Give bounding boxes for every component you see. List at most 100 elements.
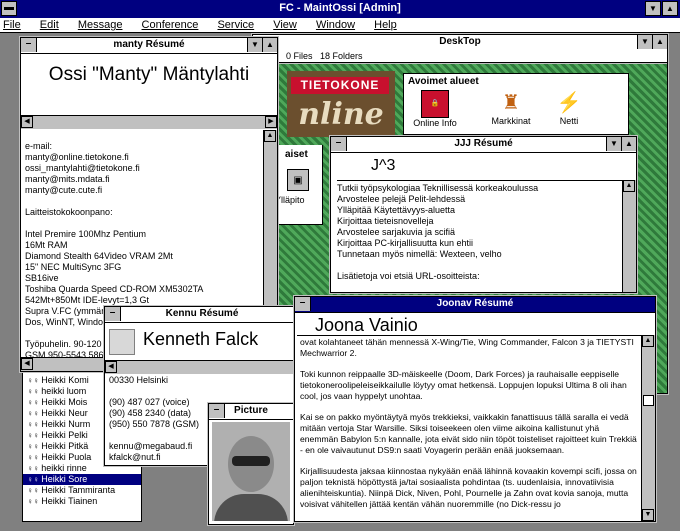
menu-file[interactable]: File bbox=[3, 19, 21, 31]
jjj-vscrollbar[interactable]: ▲ bbox=[622, 180, 636, 292]
jjj-resume-line: Kirjoittaa tieteisnovelleja bbox=[337, 216, 434, 226]
manty-resume-line: e-mail: bbox=[25, 141, 53, 151]
desktop-maximize-button[interactable]: ▲ bbox=[652, 35, 667, 49]
menu-view[interactable]: View bbox=[273, 19, 297, 31]
netti-shortcut[interactable]: ⚡ Netti bbox=[544, 90, 594, 134]
manty-scroll-up-button[interactable]: ▲ bbox=[264, 130, 276, 142]
manty-resume-line: manty@online.tietokone.fi bbox=[25, 152, 129, 162]
manty-system-menu-icon[interactable]: – bbox=[21, 38, 37, 52]
user-icon: ♀♀ bbox=[27, 431, 42, 440]
jjj-minimize-button[interactable]: ▼ bbox=[606, 137, 621, 151]
user-icon: ♀♀ bbox=[27, 420, 42, 429]
user-name: Heikki Sore bbox=[41, 474, 88, 484]
user-name: Heikki Pelki bbox=[41, 430, 88, 440]
jjj-scroll-up-button[interactable]: ▲ bbox=[623, 180, 635, 192]
manty-title: manty Résumé bbox=[113, 39, 185, 50]
app-maximize-button[interactable]: ▲ bbox=[662, 1, 678, 16]
manty-resume-line: Toshiba Quarda Speed CD-ROM XM5302TA bbox=[25, 284, 204, 294]
jjj-title: JJJ Résumé bbox=[454, 138, 513, 149]
netti-label: Netti bbox=[559, 116, 579, 126]
basket-icon: ♜ bbox=[502, 92, 520, 114]
desktop-minimize-button[interactable]: ▼ bbox=[637, 35, 652, 49]
avoimet-title: Avoimet alueet bbox=[408, 76, 479, 87]
jjj-resume-line: Kirjoittaa PC-kirjallisuutta kun ehtii bbox=[337, 238, 474, 248]
user-icon: ♀♀ bbox=[27, 464, 42, 473]
app-minimize-button[interactable]: ▼ bbox=[645, 1, 661, 16]
manty-resume-line: Laitteistokokoonpano: bbox=[25, 207, 113, 217]
markkinat-shortcut[interactable]: ♜ Markkinat bbox=[486, 90, 536, 134]
jjj-resume-line: Arvostelee sarjakuvia ja scifiä bbox=[337, 227, 456, 237]
manty-scroll-left-button[interactable]: ◀ bbox=[21, 116, 33, 128]
jjj-system-menu-icon[interactable]: – bbox=[331, 137, 347, 151]
menu-window[interactable]: Window bbox=[316, 19, 355, 31]
jjj-resume-window: JJJ Résumé – ▼ ▲ J^3 Tutkii työpsykologi… bbox=[329, 135, 638, 294]
user-icon: ♀♀ bbox=[27, 409, 42, 418]
app-titlebar: ▬ FC - MaintOssi [Admin] ▼ ▲ bbox=[0, 0, 680, 18]
joonav-title: Joonav Résumé bbox=[436, 298, 514, 309]
manty-resume-line: Diamond Stealth 64Video VRAM 2Mt bbox=[25, 251, 173, 261]
user-list-item[interactable]: ♀♀ Heikki Sore bbox=[23, 474, 141, 485]
menu-conference[interactable]: Conference bbox=[142, 19, 199, 31]
online-info-shortcut[interactable]: 🔒 Online Info bbox=[410, 90, 460, 134]
menu-service[interactable]: Service bbox=[217, 19, 254, 31]
jjj-maximize-button[interactable]: ▲ bbox=[621, 137, 636, 151]
menu-bar: File Edit Message Conference Service Vie… bbox=[0, 18, 680, 33]
picture-system-menu-icon[interactable]: – bbox=[209, 404, 225, 418]
jjj-resume-line: Lisätietoja voi etsiä URL-osoitteista: bbox=[337, 271, 480, 281]
manty-titlebar: manty Résumé bbox=[21, 38, 277, 54]
manty-minimize-button[interactable]: ▼ bbox=[247, 38, 262, 52]
jjj-titlebar: JJJ Résumé bbox=[331, 137, 636, 153]
jjj-resume-line: Arvostelee pelejä Pelit-lehdessä bbox=[337, 194, 466, 204]
kennu-avatar bbox=[109, 329, 135, 355]
yllapito-icon[interactable]: ▣ bbox=[287, 169, 309, 191]
user-name: heikki luom bbox=[41, 386, 87, 396]
user-name: Heikki Tiainen bbox=[41, 496, 98, 506]
manty-header-hscrollbar[interactable]: ◀ ▶ bbox=[21, 115, 277, 129]
joonav-paragraph: ovat kolahtaneet tähän mennessä X-Wing/T… bbox=[300, 337, 634, 358]
joonav-body: ovat kolahtaneet tähän mennessä X-Wing/T… bbox=[297, 335, 641, 519]
joonav-scroll-down-button[interactable]: ▼ bbox=[642, 509, 654, 521]
kennu-resume-line: 00330 Helsinki bbox=[109, 375, 169, 385]
joonav-scroll-thumb[interactable] bbox=[643, 395, 654, 406]
joonav-system-menu-icon[interactable]: – bbox=[295, 297, 311, 311]
kennu-system-menu-icon[interactable]: – bbox=[105, 307, 121, 321]
manty-resume-line: manty@cute.cute.fi bbox=[25, 185, 103, 195]
kennu-header-hscrollbar[interactable]: ◀ bbox=[105, 360, 299, 374]
kennu-scroll-left-button[interactable]: ◀ bbox=[105, 361, 117, 373]
user-name: Heikki Pitkä bbox=[41, 441, 89, 451]
app-title: FC - MaintOssi [Admin] bbox=[279, 2, 401, 14]
menu-message[interactable]: Message bbox=[78, 19, 123, 31]
manty-body-scroll-left-button[interactable]: ◀ bbox=[21, 358, 33, 370]
user-name: Heikki Komi bbox=[41, 375, 89, 385]
menu-edit[interactable]: Edit bbox=[40, 19, 59, 31]
joonav-vscrollbar[interactable]: ▲ ▼ bbox=[641, 335, 655, 521]
user-icon: ♀♀ bbox=[27, 387, 42, 396]
manty-resume-line: SB16ive bbox=[25, 273, 59, 283]
user-icon: ♀♀ bbox=[27, 376, 42, 385]
markkinat-label: Markkinat bbox=[491, 116, 531, 126]
user-name: Heikki Nurm bbox=[41, 419, 91, 429]
user-icon: ♀♀ bbox=[27, 453, 42, 462]
joonav-scroll-up-button[interactable]: ▲ bbox=[642, 335, 654, 347]
portrait-shoulders bbox=[214, 494, 288, 521]
user-list-item[interactable]: ♀♀ Heikki Tiainen bbox=[23, 496, 141, 507]
jjj-lines: Tutkii työpsykologiaa Teknillisessä kork… bbox=[337, 183, 622, 282]
yllapito-label[interactable]: Ylläpito bbox=[275, 195, 305, 205]
manty-resume-line bbox=[25, 218, 263, 229]
manty-maximize-button[interactable]: ▲ bbox=[262, 38, 277, 52]
tietokone-banner: TIETOKONE nline bbox=[287, 71, 395, 137]
kennu-title: Kennu Résumé bbox=[165, 308, 239, 319]
picture-window: Picture – bbox=[207, 402, 295, 526]
manty-scroll-right-button[interactable]: ▶ bbox=[265, 116, 277, 128]
menu-help[interactable]: Help bbox=[374, 19, 397, 31]
online-info-label: Online Info bbox=[413, 118, 457, 128]
manty-resume-line: Intel Premire 100Mhz Pentium bbox=[25, 229, 147, 239]
manty-resume-line: 542Mt+850Mt IDE-levyt=1,3 Gt bbox=[25, 295, 150, 305]
manty-resume-line: 16Mt RAM bbox=[25, 240, 68, 250]
joonav-resume-window: Joonav Résumé – Joona Vainio ovat kolaht… bbox=[293, 295, 657, 523]
user-list-item[interactable]: ♀♀ Heikki Tammiranta bbox=[23, 485, 141, 496]
user-icon: ♀♀ bbox=[27, 497, 42, 506]
online-script: nline bbox=[298, 97, 384, 132]
desktop-stats: 0 Files 18 Folders bbox=[286, 51, 363, 61]
manty-resume-line bbox=[25, 130, 263, 141]
